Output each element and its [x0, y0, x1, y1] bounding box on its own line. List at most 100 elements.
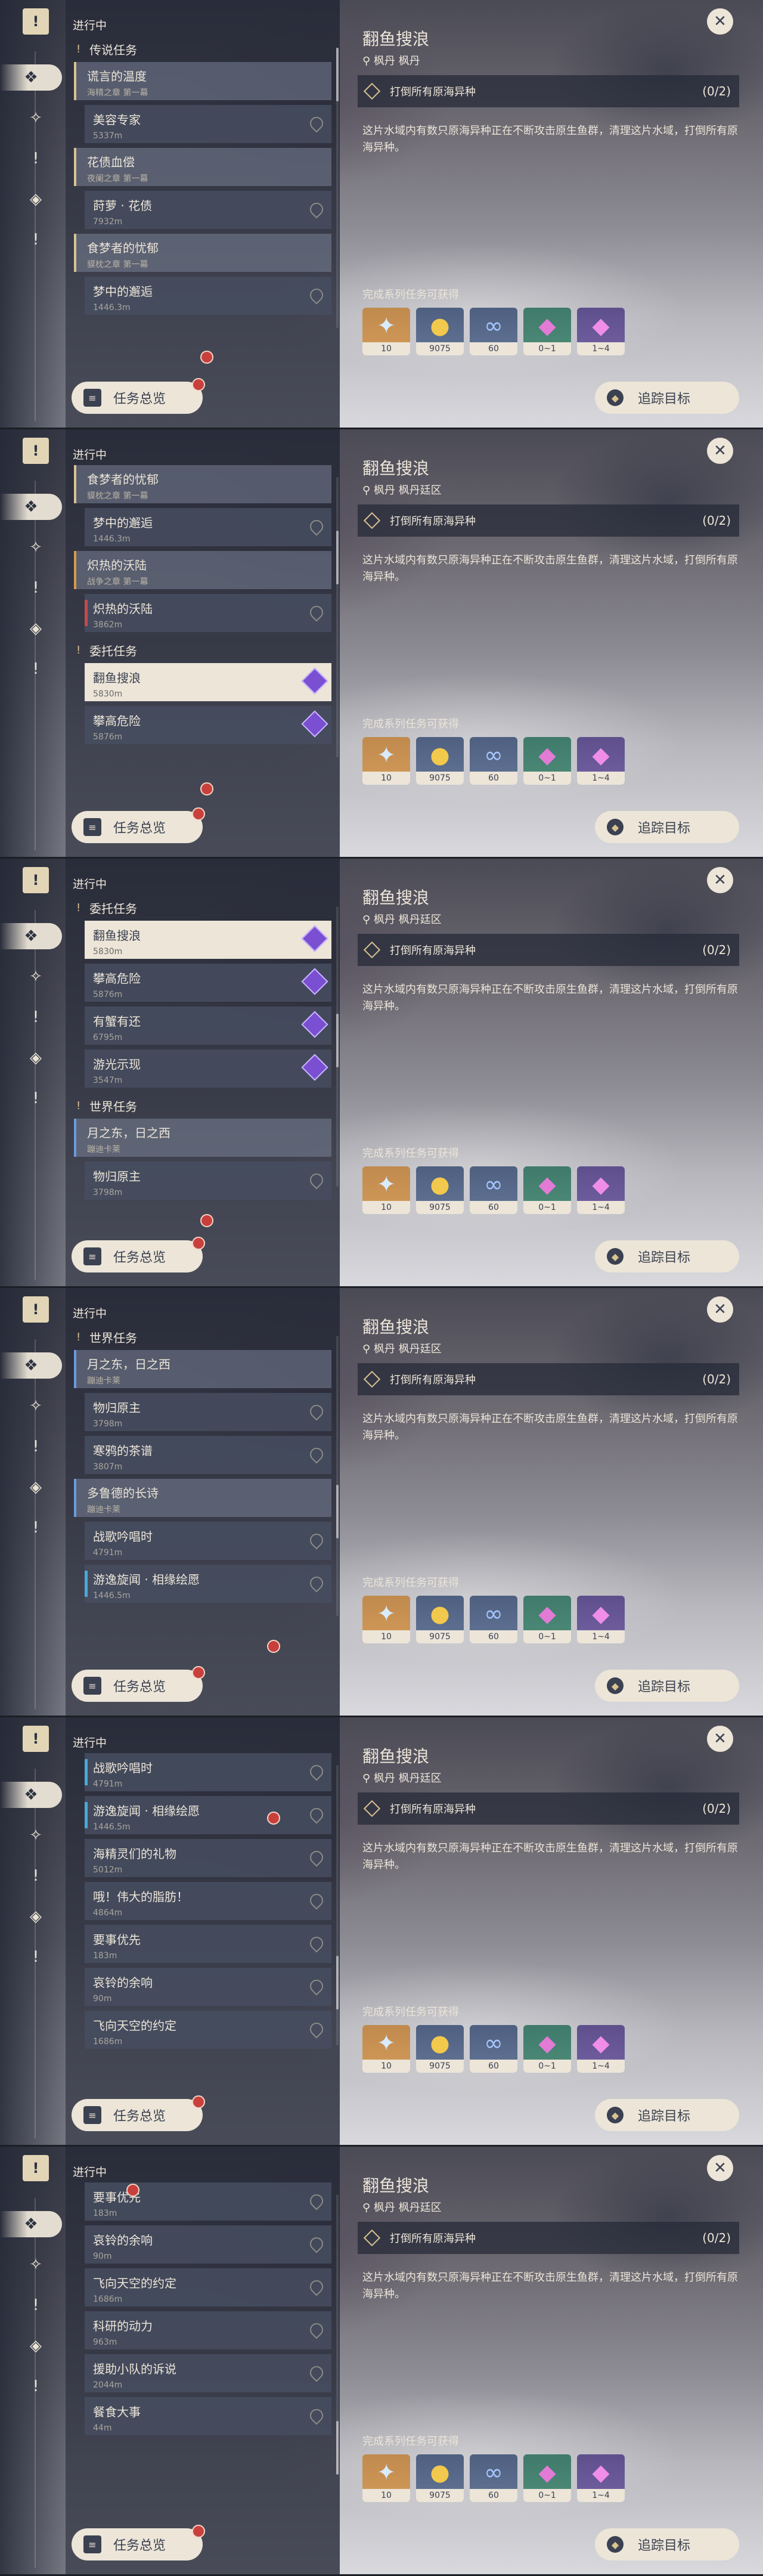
reward-item[interactable]: ∞ 60: [470, 2025, 517, 2073]
list-scrollbar-thumb[interactable]: [336, 48, 339, 101]
reward-item[interactable]: ● 9075: [416, 737, 464, 785]
list-scrollbar-thumb[interactable]: [336, 2421, 339, 2475]
quest-list-item[interactable]: 梦中的邂逅 1446.3m: [85, 508, 331, 546]
quest-series-item[interactable]: 多鲁德的长诗 蹦迪卡莱: [74, 1479, 331, 1517]
quest-type-all-icon[interactable]: ❖: [0, 1782, 62, 1808]
quest-type-all-icon[interactable]: ❖: [0, 923, 62, 949]
quest-list-item[interactable]: 援助小队的诉说 2044m: [85, 2354, 331, 2392]
close-icon[interactable]: ✕: [707, 2155, 733, 2181]
list-scrollbar-thumb[interactable]: [336, 1956, 339, 2010]
quest-type-world-icon[interactable]: !: [23, 227, 49, 253]
quest-overview-button[interactable]: ≡ 任务总览: [72, 807, 205, 843]
quest-list-item[interactable]: 莳萝 · 花债 7932m: [85, 191, 331, 229]
quest-list-item[interactable]: 梦中的邂逅 1446.3m: [85, 277, 331, 315]
track-objective-button[interactable]: ◆ 追踪目标: [595, 2099, 739, 2131]
track-objective-button[interactable]: ◆ 追踪目标: [595, 1240, 739, 1272]
quest-type-all-icon[interactable]: ❖: [0, 494, 62, 520]
quest-type-commission-icon[interactable]: ◈: [23, 1045, 49, 1071]
reward-item[interactable]: ◆ 0~1: [523, 1166, 571, 1214]
quest-type-story-icon[interactable]: !: [23, 145, 49, 172]
quest-series-item[interactable]: 食梦者的忧郁 貘枕之章 第一幕: [74, 234, 331, 272]
quest-series-item[interactable]: 月之东，日之西 蹦迪卡莱: [74, 1119, 331, 1157]
quest-series-item[interactable]: 食梦者的忧郁 貘枕之章 第一幕: [74, 465, 331, 503]
list-scrollbar-thumb[interactable]: [336, 1485, 339, 1538]
reward-item[interactable]: ✦ 10: [362, 737, 410, 785]
quest-list-item[interactable]: 攀高危险 5876m: [85, 964, 331, 1002]
list-scrollbar[interactable]: [336, 48, 339, 328]
list-scrollbar[interactable]: [336, 2194, 339, 2475]
quest-list-item[interactable]: 哀铃的余响 90m: [85, 2225, 331, 2264]
quest-list-item[interactable]: 餐食大事 44m: [85, 2397, 331, 2435]
quest-series-item[interactable]: 月之东，日之西 蹦迪卡莱: [74, 1350, 331, 1388]
quest-type-commission-icon[interactable]: ◈: [23, 615, 49, 642]
quest-overview-button[interactable]: ≡ 任务总览: [72, 1237, 205, 1272]
reward-item[interactable]: ✦ 10: [362, 2454, 410, 2502]
quest-type-story-icon[interactable]: !: [23, 1433, 49, 1460]
list-scrollbar-thumb[interactable]: [336, 1014, 339, 1067]
quest-list-item[interactable]: 翻鱼搜浪 5830m: [85, 663, 331, 701]
quest-type-archon-icon[interactable]: ✧: [23, 1822, 49, 1849]
quest-list-item[interactable]: 物归原主 3798m: [85, 1162, 331, 1200]
quest-type-story-icon[interactable]: !: [23, 575, 49, 601]
quest-list-item[interactable]: 要事优先 183m: [85, 1925, 331, 1963]
reward-item[interactable]: ◆ 0~1: [523, 737, 571, 785]
list-scrollbar[interactable]: [336, 477, 339, 757]
quest-list-item[interactable]: 物归原主 3798m: [85, 1393, 331, 1431]
quest-list-item[interactable]: 科研的动力 963m: [85, 2311, 331, 2349]
quest-type-commission-icon[interactable]: ◈: [23, 1903, 49, 1930]
track-objective-button[interactable]: ◆ 追踪目标: [595, 1670, 739, 1702]
quest-list-item[interactable]: 海精灵们的礼物 5012m: [85, 1839, 331, 1877]
quest-list-item[interactable]: 寒鸦的茶谱 3807m: [85, 1436, 331, 1474]
quest-type-archon-icon[interactable]: ✧: [23, 2252, 49, 2278]
quest-type-story-icon[interactable]: !: [23, 2292, 49, 2318]
quest-type-world-icon[interactable]: !: [23, 1515, 49, 1541]
quest-series-item[interactable]: 花债血偿 夜阑之章 第一幕: [74, 148, 331, 186]
quest-type-world-icon[interactable]: !: [23, 1085, 49, 1111]
list-scrollbar-thumb[interactable]: [336, 531, 339, 584]
reward-item[interactable]: ✦ 10: [362, 1166, 410, 1214]
quest-type-story-icon[interactable]: !: [23, 1863, 49, 1889]
reward-item[interactable]: ◆ 1~4: [577, 1596, 625, 1643]
reward-item[interactable]: ● 9075: [416, 2025, 464, 2073]
quest-type-world-icon[interactable]: !: [23, 656, 49, 682]
reward-item[interactable]: ● 9075: [416, 1166, 464, 1214]
track-objective-button[interactable]: ◆ 追踪目标: [595, 382, 739, 414]
quest-list-item[interactable]: 战歌吟唱时 4791m: [85, 1522, 331, 1560]
quest-type-commission-icon[interactable]: ◈: [23, 1474, 49, 1500]
reward-item[interactable]: ✦ 10: [362, 2025, 410, 2073]
reward-item[interactable]: ◆ 1~4: [577, 737, 625, 785]
reward-item[interactable]: ∞ 60: [470, 2454, 517, 2502]
quest-type-all-icon[interactable]: ❖: [0, 64, 62, 91]
quest-list-item[interactable]: 要事优先 183m: [85, 2182, 331, 2221]
quest-list-item[interactable]: 炽热的沃陆 3862m: [85, 594, 331, 632]
reward-item[interactable]: ✦ 10: [362, 1596, 410, 1643]
reward-item[interactable]: ● 9075: [416, 2454, 464, 2502]
quest-type-archon-icon[interactable]: ✧: [23, 1393, 49, 1419]
reward-item[interactable]: ∞ 60: [470, 737, 517, 785]
quest-list-item[interactable]: 战歌吟唱时 4791m: [85, 1753, 331, 1791]
track-objective-button[interactable]: ◆ 追踪目标: [595, 2528, 739, 2560]
quest-overview-button[interactable]: ≡ 任务总览: [72, 378, 205, 414]
quest-type-all-icon[interactable]: ❖: [0, 2211, 62, 2237]
quest-type-commission-icon[interactable]: ◈: [23, 186, 49, 212]
quest-series-item[interactable]: 炽热的沃陆 战争之章 第一幕: [74, 551, 331, 589]
quest-list-item[interactable]: 攀高危险 5876m: [85, 706, 331, 744]
close-icon[interactable]: ✕: [707, 1296, 733, 1323]
quest-list-item[interactable]: 游逸旋闻 · 相缘绘愿 1446.5m: [85, 1796, 331, 1834]
quest-list-item[interactable]: 游逸旋闻 · 相缘绘愿 1446.5m: [85, 1565, 331, 1603]
quest-list-item[interactable]: 哦！伟大的脂肪！ 4864m: [85, 1882, 331, 1920]
reward-item[interactable]: ◆ 0~1: [523, 2454, 571, 2502]
close-icon[interactable]: ✕: [707, 438, 733, 464]
reward-item[interactable]: ✦ 10: [362, 308, 410, 355]
list-scrollbar[interactable]: [336, 906, 339, 1187]
quest-type-archon-icon[interactable]: ✧: [23, 534, 49, 561]
quest-list-item[interactable]: 飞向天空的约定 1686m: [85, 2268, 331, 2306]
reward-item[interactable]: ◆ 1~4: [577, 1166, 625, 1214]
close-icon[interactable]: ✕: [707, 8, 733, 35]
quest-type-commission-icon[interactable]: ◈: [23, 2333, 49, 2359]
track-objective-button[interactable]: ◆ 追踪目标: [595, 811, 739, 843]
reward-item[interactable]: ◆ 0~1: [523, 308, 571, 355]
quest-type-world-icon[interactable]: !: [23, 1944, 49, 1970]
quest-series-item[interactable]: 谎言的温度 海精之章 第一幕: [74, 62, 331, 100]
reward-item[interactable]: ● 9075: [416, 1596, 464, 1643]
